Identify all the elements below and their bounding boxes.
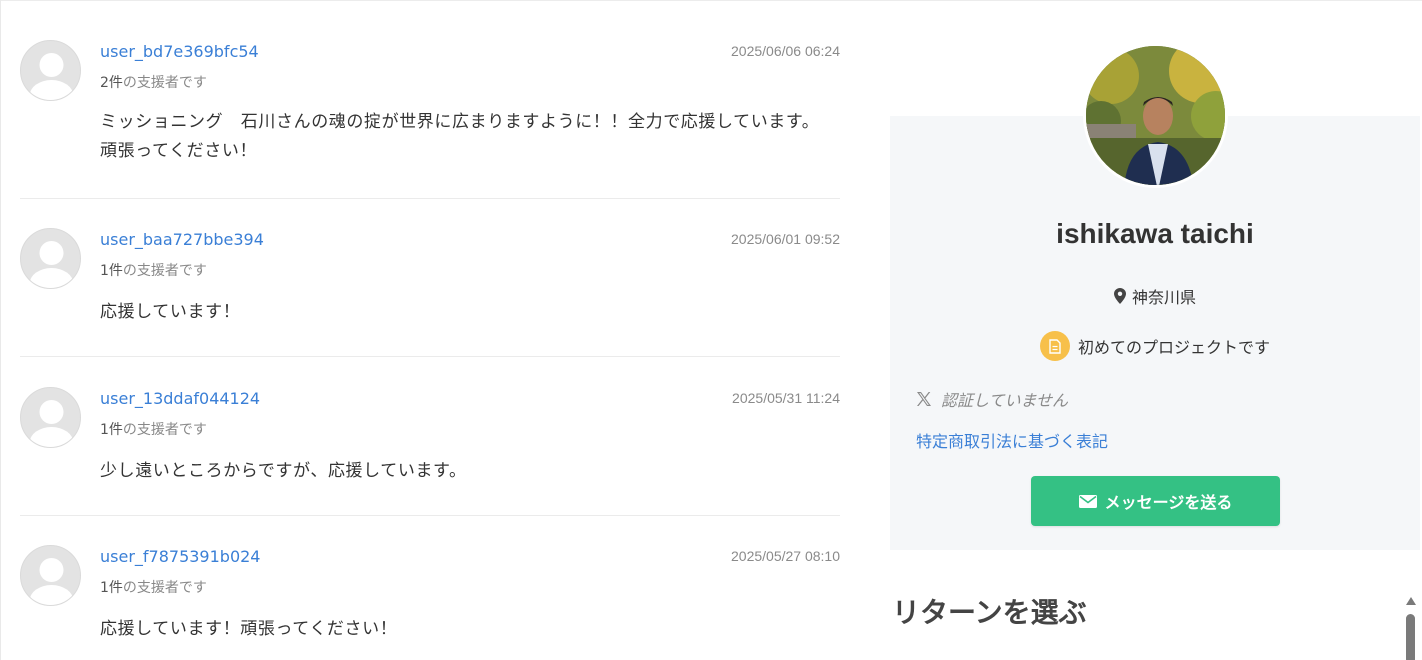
comment-username-link[interactable]: user_f7875391b024 [100, 547, 260, 566]
comment-text: 応援しています！頑張ってください！ [100, 619, 398, 639]
comment-timestamp: 2025/05/31 11:24 [732, 390, 840, 406]
creator-location: 神奈川県 [890, 284, 1420, 308]
supporter-count: 1件の支援者です [100, 577, 207, 597]
creator-profile-photo [1083, 43, 1228, 188]
supporter-count-suffix: の支援者です [122, 263, 207, 279]
send-message-button[interactable]: メッセージを送る [1031, 476, 1280, 526]
comment-divider [20, 515, 840, 516]
supporter-count-number: 2件 [100, 75, 123, 91]
creator-location-text: 神奈川県 [1131, 288, 1196, 307]
envelope-icon [1078, 494, 1097, 508]
first-project-text: 初めてのプロジェクトです [1077, 338, 1270, 357]
x-verification-status: 認証していません [916, 387, 1068, 411]
scroll-up-arrow-icon[interactable] [1405, 596, 1417, 606]
default-avatar-icon [20, 228, 81, 289]
x-verification-text: 認証していません [941, 391, 1069, 410]
comment-username-link[interactable]: user_baa727bbe394 [100, 230, 264, 249]
supporter-count-suffix: の支援者です [122, 422, 207, 438]
map-pin-icon [1113, 288, 1126, 304]
comment-text: 少し遠いところからですが、応援しています。 [100, 461, 467, 481]
default-avatar-icon [20, 545, 81, 606]
supporter-count-number: 1件 [100, 580, 123, 596]
comment-username-link[interactable]: user_bd7e369bfc54 [100, 42, 259, 61]
returns-section-title: リターンを選ぶ [892, 596, 1087, 629]
commercial-law-link[interactable]: 特定商取引法に基づく表記 [916, 428, 1108, 452]
comment-timestamp: 2025/06/06 06:24 [731, 43, 840, 59]
comment-divider [20, 198, 840, 199]
comment-username-link[interactable]: user_13ddaf044124 [100, 389, 260, 408]
comment-text: ミッショニング 石川さんの魂の掟が世界に広まりますように！！全力で応援しています… [100, 112, 820, 161]
supporter-count-number: 1件 [100, 422, 123, 438]
supporter-count: 1件の支援者です [100, 260, 207, 280]
comments-list: user_bd7e369bfc54 2025/06/06 06:24 2件の支援… [20, 0, 840, 660]
scrollbar-thumb[interactable] [1406, 614, 1415, 660]
creator-name: ishikawa taichi [1056, 218, 1254, 249]
document-icon [1039, 331, 1070, 361]
comment-divider [20, 356, 840, 357]
default-avatar-icon [20, 40, 81, 101]
supporter-count: 2件の支援者です [100, 72, 207, 92]
x-logo-icon [917, 392, 931, 406]
first-project-badge: 初めてのプロジェクトです [890, 331, 1420, 361]
left-border [0, 0, 1, 660]
comment-text: 応援しています！ [100, 302, 241, 322]
comment-timestamp: 2025/06/01 09:52 [731, 231, 840, 247]
supporter-count-suffix: の支援者です [122, 580, 207, 596]
supporter-count-number: 1件 [100, 263, 123, 279]
supporter-count-suffix: の支援者です [122, 75, 207, 91]
supporter-count: 1件の支援者です [100, 419, 207, 439]
send-message-label: メッセージを送る [1104, 493, 1233, 512]
default-avatar-icon [20, 387, 81, 448]
comment-timestamp: 2025/05/27 08:10 [731, 548, 840, 564]
